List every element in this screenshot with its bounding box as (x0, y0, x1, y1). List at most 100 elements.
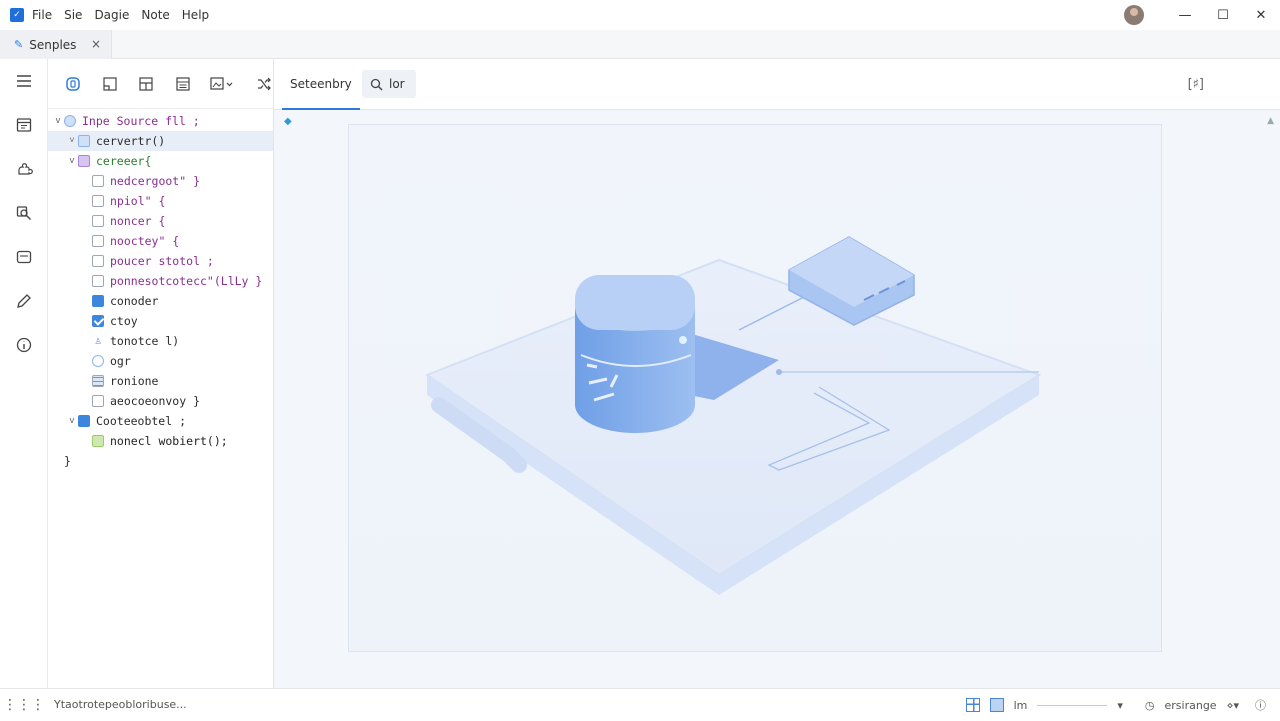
frame-icon[interactable] (101, 74, 120, 94)
close-tab-icon[interactable]: × (91, 37, 101, 51)
expand-icon[interactable]: [♯] (1188, 77, 1204, 92)
clock-icon[interactable]: ◷ (1145, 699, 1155, 712)
chevron-down-icon[interactable]: v (66, 156, 78, 166)
close-button[interactable]: ✕ (1242, 0, 1280, 30)
tree-row[interactable]: ogr (48, 351, 273, 371)
tree-row[interactable]: ronione (48, 371, 273, 391)
code-icon[interactable]: ⋄▾ (1227, 699, 1239, 712)
status-item[interactable]: ersirange (1165, 699, 1217, 712)
menu-note[interactable]: Note (141, 8, 169, 22)
zoom-dropdown-icon[interactable]: ▾ (1117, 699, 1123, 712)
apps-grid-icon[interactable]: ⋮⋮⋮ (0, 697, 48, 713)
tree-row[interactable]: aeocoeonvoy } (48, 391, 273, 411)
tree-row[interactable]: poucer stotol ; (48, 251, 273, 271)
search-chip-label: lor (389, 77, 405, 91)
tree-item-label: nonecl wobiert(); (110, 434, 228, 448)
edit-icon[interactable] (0, 279, 48, 323)
canvas-area: ◆ ▲ (274, 110, 1280, 688)
tree-item-label: ctoy (110, 314, 138, 328)
file-tab-label: Senples (29, 37, 77, 52)
menu-icon[interactable] (0, 59, 48, 103)
tree-row[interactable]: conoder (48, 291, 273, 311)
file-tree: v Inpe Source fll ; ˅ cervertr() v cereeer{ ne… (48, 109, 273, 471)
side-panel: v Inpe Source fll ; ˅ cervertr() v cereeer{ ne… (48, 59, 274, 688)
editor-tabs: Seteenbry lor [♯] (274, 59, 1280, 110)
tree-row[interactable]: v Cooteeobtel ; (48, 411, 273, 431)
tree-item-label: nedcergoot" } (110, 174, 201, 188)
tree-row[interactable]: v Inpe Source fll ; (48, 111, 273, 131)
tree-row[interactable]: v cereeer{ (48, 151, 273, 171)
layout-icon[interactable] (137, 74, 156, 94)
extensions-icon[interactable] (0, 147, 48, 191)
tab-bar: ✎ Senples × (0, 30, 1280, 59)
tree-item-label: cervertr() (96, 134, 166, 148)
tree-item-label: ogr (110, 354, 131, 368)
zoom-label: lm (1013, 698, 1028, 712)
tree-row[interactable]: noncer { (48, 211, 273, 231)
menu-items: File Sie Dagie Note Help (32, 8, 209, 22)
tree-row[interactable]: nooctey" { (48, 231, 273, 251)
tree-row[interactable]: npiol" { (48, 191, 273, 211)
tree-item-icon (78, 135, 90, 147)
info-icon[interactable] (0, 323, 48, 367)
tree-item-icon (92, 175, 104, 187)
list-icon[interactable] (174, 74, 193, 94)
tree-row[interactable]: nonecl wobiert(); (48, 431, 273, 451)
search-icon[interactable] (0, 191, 48, 235)
avatar[interactable] (1124, 5, 1144, 25)
tab-seteenbry[interactable]: Seteenbry (282, 59, 360, 110)
menu-bar: ✓ File Sie Dagie Note Help — ☐ ✕ (0, 0, 1280, 30)
menu-file[interactable]: File (32, 8, 52, 22)
tree-item-label: Inpe Source fll ; (82, 114, 200, 128)
menu-help[interactable]: Help (182, 8, 209, 22)
status-right: lm ▾ ◷ ersirange ⋄▾ ⓘ (965, 689, 1280, 721)
chevron-down-icon[interactable]: ˅ (66, 136, 78, 146)
home-icon[interactable] (64, 74, 83, 94)
panel-layout-icon[interactable] (989, 698, 1004, 712)
minimize-button[interactable]: — (1166, 0, 1204, 30)
tree-item-label: noncer { (110, 214, 166, 228)
shuffle-icon[interactable] (254, 74, 273, 94)
scroll-up-icon[interactable]: ▲ (1267, 116, 1274, 126)
status-info-icon[interactable]: ⓘ (1255, 697, 1266, 713)
tree-row[interactable]: ♙ tonotce l) (48, 331, 273, 351)
zoom-slider[interactable] (1037, 704, 1108, 706)
file-tab[interactable]: ✎ Senples × (0, 30, 112, 59)
tree-item-label: ronione (110, 374, 159, 388)
tree-item-label: npiol" { (110, 194, 166, 208)
tree-item-icon (92, 295, 104, 307)
search-icon (370, 78, 383, 90)
tree-item-label: Cooteeobtel ; (96, 414, 187, 428)
tree-item-label: aeocoeonvoy } (110, 394, 201, 408)
activity-bar (0, 59, 48, 688)
tree-item-icon (92, 255, 104, 267)
status-bar: ⋮⋮⋮ Ytaotrotepeobloribuse... lm ▾ ◷ ersi… (0, 688, 1280, 720)
tree-row[interactable]: ponnesotcotecc"(LlLy } (48, 271, 273, 291)
tree-row[interactable]: nedcergoot" } (48, 171, 273, 191)
terminal-icon[interactable] (0, 235, 48, 279)
menu-dagie[interactable]: Dagie (94, 8, 129, 22)
chevron-down-icon[interactable]: v (66, 416, 78, 426)
tree-item-icon (92, 375, 104, 387)
tree-item-icon (78, 155, 90, 167)
tree-item-icon (92, 315, 104, 327)
tree-item-icon (92, 355, 104, 367)
chevron-down-icon[interactable]: v (52, 116, 64, 126)
tree-item-icon (78, 415, 90, 427)
maximize-button[interactable]: ☐ (1204, 0, 1242, 30)
tree-item-icon (92, 235, 104, 247)
tree-item-icon (92, 215, 104, 227)
app-logo-icon: ✓ (10, 8, 24, 22)
tree-item-icon (64, 115, 76, 127)
tree-item-icon: ♙ (94, 334, 102, 347)
menu-sie[interactable]: Sie (64, 8, 82, 22)
tree-item-icon (92, 195, 104, 207)
tree-row[interactable]: } (48, 451, 273, 471)
image-dropdown-icon[interactable] (210, 74, 236, 94)
search-chip[interactable]: lor (362, 70, 416, 98)
tree-row[interactable]: ctoy (48, 311, 273, 331)
grid-layout-icon[interactable] (965, 698, 980, 712)
tree-row[interactable]: ˅ cervertr() (48, 131, 273, 151)
explorer-icon[interactable] (0, 103, 48, 147)
tree-item-label: ponnesotcotecc"(LlLy } (110, 274, 263, 288)
